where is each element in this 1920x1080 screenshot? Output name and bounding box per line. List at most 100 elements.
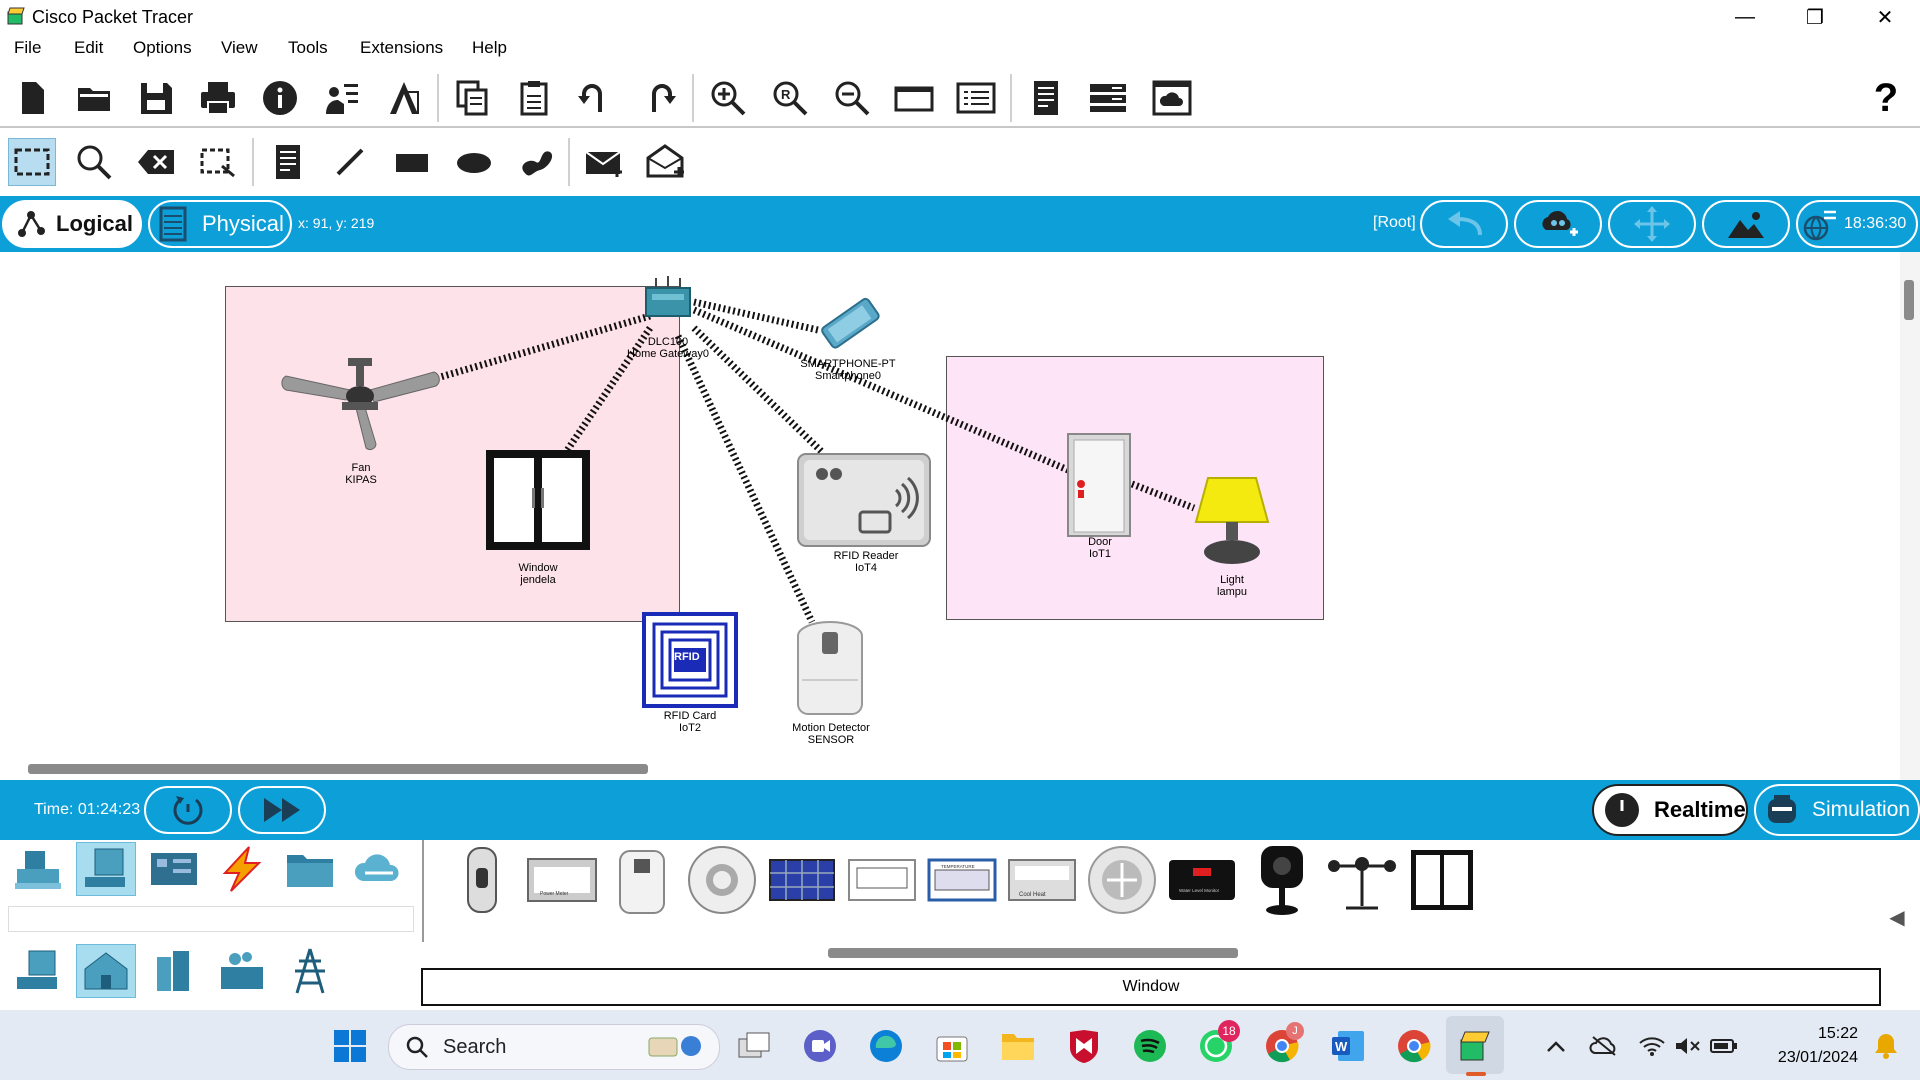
category-multiuser[interactable] xyxy=(348,842,408,896)
print-icon[interactable] xyxy=(194,74,242,122)
microsoft-store-icon[interactable] xyxy=(932,1026,972,1066)
menu-options[interactable]: Options xyxy=(133,38,192,58)
taskbar-search-box[interactable]: Search xyxy=(388,1024,720,1070)
edge-browser-icon[interactable] xyxy=(866,1026,906,1066)
device-thumb-window[interactable] xyxy=(1406,846,1478,914)
collapse-panel-arrow-icon[interactable]: ◀ xyxy=(1882,902,1912,932)
system-clock[interactable]: 15:22 23/01/2024 xyxy=(1748,1022,1858,1070)
root-breadcrumb[interactable]: [Root] xyxy=(1373,214,1416,232)
device-thumb-power-meter[interactable]: Power Meter xyxy=(526,846,598,914)
wifi-icon[interactable] xyxy=(1632,1026,1672,1066)
motion-detector-icon[interactable] xyxy=(792,620,868,720)
inspect-tool-icon[interactable] xyxy=(70,138,118,186)
rectangle-tool-icon[interactable] xyxy=(388,138,436,186)
device-thumb-temperature-monitor[interactable]: TEMPERATURE xyxy=(926,846,998,914)
help-button[interactable]: ? xyxy=(1862,74,1910,122)
note-tool-icon[interactable] xyxy=(264,138,312,186)
device-thumb-wind-detector[interactable] xyxy=(1326,846,1398,914)
device-thumb-lcd[interactable] xyxy=(846,846,918,914)
new-cluster-button[interactable] xyxy=(1514,200,1602,248)
undo-icon[interactable] xyxy=(572,74,620,122)
menu-edit[interactable]: Edit xyxy=(74,38,103,58)
resize-tool-icon[interactable] xyxy=(194,138,242,186)
category-connections[interactable] xyxy=(212,842,272,896)
spotify-icon[interactable] xyxy=(1130,1026,1170,1066)
logical-tab[interactable]: Logical xyxy=(2,200,142,248)
teams-meet-icon[interactable] xyxy=(800,1026,840,1066)
zoom-out-icon[interactable] xyxy=(828,74,876,122)
rfid-reader-icon[interactable] xyxy=(796,452,932,548)
new-file-icon[interactable] xyxy=(8,74,56,122)
subcategory-industrial[interactable] xyxy=(212,944,272,998)
mcafee-icon[interactable] xyxy=(1064,1026,1104,1066)
logical-workspace[interactable]: DLC100 Home Gateway0 SMARTPHONE-PT Smart… xyxy=(0,252,1900,780)
back-button[interactable] xyxy=(1420,200,1508,248)
viewport-clock-button[interactable]: 18:36:30 xyxy=(1796,200,1918,248)
ellipse-tool-icon[interactable] xyxy=(450,138,498,186)
menu-file[interactable]: File xyxy=(14,38,41,58)
copy-icon[interactable] xyxy=(448,74,496,122)
volume-muted-icon[interactable] xyxy=(1668,1026,1708,1066)
subcategory-smart-city[interactable] xyxy=(144,944,204,998)
device-thumb-thermostat[interactable]: Cool Heat xyxy=(1006,846,1078,914)
window-view-icon[interactable] xyxy=(890,74,938,122)
menu-tools[interactable]: Tools xyxy=(288,38,328,58)
horizontal-scrollbar[interactable] xyxy=(28,764,648,774)
subcategory-end-devices[interactable] xyxy=(8,944,68,998)
device-thumb-webcam[interactable] xyxy=(1246,846,1318,915)
battery-icon[interactable] xyxy=(1704,1026,1744,1066)
device-thumb-water-level-monitor[interactable]: Water Level Monitor xyxy=(1166,846,1238,914)
restore-button[interactable]: ❐ xyxy=(1785,0,1845,34)
cloud-image-icon[interactable] xyxy=(1148,74,1196,122)
device-thumb-solar-panel[interactable] xyxy=(766,846,838,914)
menu-extensions[interactable]: Extensions xyxy=(360,38,443,58)
door-icon[interactable] xyxy=(1066,432,1132,538)
simulation-mode-button[interactable]: Simulation xyxy=(1754,784,1920,836)
network-wizard-icon[interactable] xyxy=(318,74,366,122)
home-gateway-icon[interactable] xyxy=(642,276,694,320)
server-rack-icon[interactable] xyxy=(1084,74,1132,122)
freeform-tool-icon[interactable] xyxy=(512,138,560,186)
activity-wizard-icon[interactable] xyxy=(380,74,428,122)
category-miscellaneous[interactable] xyxy=(280,842,340,896)
delete-tool-icon[interactable] xyxy=(132,138,180,186)
open-folder-icon[interactable] xyxy=(70,74,118,122)
add-complex-pdu-icon[interactable] xyxy=(642,138,690,186)
word-icon[interactable]: W xyxy=(1328,1026,1368,1066)
menu-help[interactable]: Help xyxy=(472,38,507,58)
move-object-button[interactable] xyxy=(1608,200,1696,248)
subcategory-power-grid[interactable] xyxy=(280,944,340,998)
device-thumb-fan-speed[interactable] xyxy=(1086,846,1158,914)
device-list-scrollbar[interactable] xyxy=(828,948,1238,958)
device-thumb-smoke-detector[interactable] xyxy=(686,846,758,914)
zoom-reset-icon[interactable]: R xyxy=(766,74,814,122)
fast-forward-button[interactable] xyxy=(238,786,326,834)
ceiling-fan-icon[interactable] xyxy=(280,356,440,456)
physical-tab[interactable]: Physical xyxy=(148,200,292,248)
minimize-button[interactable]: — xyxy=(1715,0,1775,34)
window-device-icon[interactable] xyxy=(484,448,592,552)
category-components[interactable] xyxy=(144,842,204,896)
smartphone-icon[interactable] xyxy=(808,296,890,350)
add-simple-pdu-icon[interactable] xyxy=(580,138,628,186)
custom-device-icon[interactable] xyxy=(952,74,1000,122)
lamp-icon[interactable] xyxy=(1192,470,1272,570)
category-network-devices[interactable] xyxy=(8,842,68,896)
set-background-button[interactable] xyxy=(1702,200,1790,248)
onedrive-offline-icon[interactable] xyxy=(1584,1026,1624,1066)
vertical-scrollbar-track[interactable] xyxy=(1900,252,1920,780)
notification-bell-icon[interactable] xyxy=(1866,1026,1906,1066)
device-thumb-humidifier[interactable] xyxy=(606,846,678,914)
start-button[interactable] xyxy=(330,1026,370,1066)
chrome-icon[interactable] xyxy=(1394,1026,1434,1066)
notes-icon[interactable] xyxy=(1022,74,1070,122)
select-tool-icon[interactable] xyxy=(8,138,56,186)
paste-icon[interactable] xyxy=(510,74,558,122)
vertical-scrollbar-thumb[interactable] xyxy=(1904,280,1914,320)
info-icon[interactable] xyxy=(256,74,304,122)
save-icon[interactable] xyxy=(132,74,180,122)
realtime-mode-button[interactable]: Realtime xyxy=(1592,784,1748,836)
close-button[interactable]: ✕ xyxy=(1855,0,1915,34)
subcategory-home[interactable] xyxy=(76,944,136,998)
redo-icon[interactable] xyxy=(634,74,682,122)
